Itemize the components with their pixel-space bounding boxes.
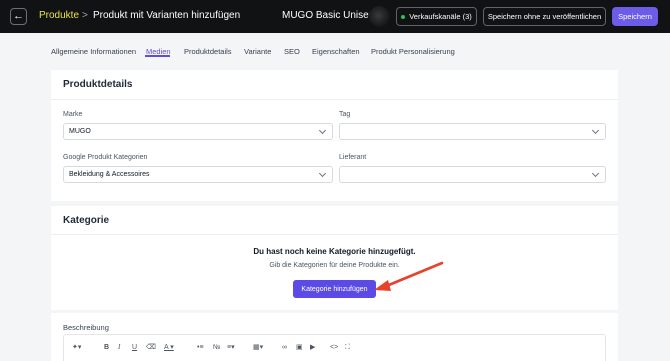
tab-general-info[interactable]: Allgemeine Informationen — [51, 47, 136, 56]
supplier-label: Lieferant — [339, 154, 367, 161]
numbered-list-icon[interactable]: № — [213, 344, 221, 351]
sales-channels-button[interactable]: Verkaufskanäle (3) — [396, 7, 477, 26]
video-icon[interactable]: ▶ — [310, 344, 315, 351]
google-category-label: Google Produkt Kategorien — [63, 154, 148, 161]
align-icon[interactable]: ≡▾ — [227, 344, 235, 351]
underline-icon[interactable]: U — [132, 344, 137, 351]
status-dot-icon — [401, 14, 406, 19]
tab-properties[interactable]: Eigenschaften — [312, 47, 360, 56]
tab-seo[interactable]: SEO — [284, 47, 300, 56]
brand-label: Marke — [63, 111, 83, 118]
empty-state-title: Du hast noch keine Kategorie hinzugefügt… — [253, 247, 416, 256]
add-category-button[interactable]: Kategorie hinzufügen — [293, 280, 376, 298]
bullet-list-icon[interactable]: •≡ — [197, 344, 204, 351]
google-category-select[interactable]: Bekleidung & Accessoires — [63, 166, 333, 183]
brand-value: MUGO — [69, 128, 91, 135]
supplier-select[interactable] — [339, 166, 606, 183]
tab-product-details[interactable]: Produktdetails — [184, 47, 232, 56]
italic-icon[interactable]: I — [118, 344, 120, 351]
product-thumbnail — [369, 6, 390, 27]
text-color-icon[interactable]: A ▾ — [164, 344, 174, 351]
empty-state-subtitle: Gib die Kategorien für deine Produkte ei… — [269, 262, 400, 269]
description-card: Beschreibung ✦▾ B I U ⌫ A ▾ •≡ № ≡▾ ▦▾ ∞… — [51, 313, 618, 361]
breadcrumb-separator: > — [82, 10, 88, 21]
eraser-icon[interactable]: ⌫ — [146, 344, 156, 351]
description-label: Beschreibung — [63, 323, 109, 332]
active-tab-indicator — [145, 55, 170, 57]
breadcrumb-products-link[interactable]: Produkte — [39, 10, 79, 21]
chevron-down-icon — [591, 126, 600, 135]
page-title: Produkt mit Varianten hinzufügen — [93, 10, 241, 21]
category-card: Kategorie Du hast noch keine Kategorie h… — [51, 206, 618, 310]
category-title: Kategorie — [63, 215, 110, 226]
save-without-publish-button[interactable]: Speichern ohne zu veröffentlichen — [483, 7, 606, 26]
brand-select[interactable]: MUGO — [63, 123, 333, 140]
chevron-down-icon — [591, 169, 600, 178]
arrow-left-icon: ← — [13, 10, 24, 22]
tab-variant[interactable]: Variante — [244, 47, 271, 56]
google-category-value: Bekleidung & Accessoires — [69, 171, 150, 178]
back-button[interactable]: ← — [10, 8, 27, 25]
fullscreen-icon[interactable]: ⛶ — [345, 344, 350, 351]
code-icon[interactable]: <> — [330, 344, 338, 351]
tag-select[interactable] — [339, 123, 606, 140]
table-icon[interactable]: ▦▾ — [253, 344, 263, 351]
product-details-title: Produktdetails — [63, 79, 133, 90]
sales-channels-label: Verkaufskanäle (3) — [409, 12, 472, 21]
divider — [51, 99, 618, 100]
chevron-down-icon — [318, 169, 327, 178]
bold-icon[interactable]: B — [104, 344, 109, 351]
image-icon[interactable]: ▣ — [296, 344, 303, 351]
annotation-arrow-icon — [374, 261, 444, 291]
magic-wand-icon[interactable]: ✦▾ — [72, 344, 81, 351]
save-button[interactable]: Speichern — [612, 7, 658, 26]
tab-bar: Allgemeine Informationen Medien Produktd… — [0, 33, 670, 62]
divider — [51, 234, 618, 235]
product-name: MUGO Basic Unise: — [282, 10, 372, 21]
top-bar: ← Produkte > Produkt mit Varianten hinzu… — [0, 0, 670, 33]
tab-personalization[interactable]: Produkt Personalisierung — [371, 47, 455, 56]
link-icon[interactable]: ∞ — [282, 344, 287, 351]
chevron-down-icon — [318, 126, 327, 135]
tag-label: Tag — [339, 111, 351, 118]
product-details-card: Produktdetails Marke MUGO Tag Google Pro… — [51, 70, 618, 201]
